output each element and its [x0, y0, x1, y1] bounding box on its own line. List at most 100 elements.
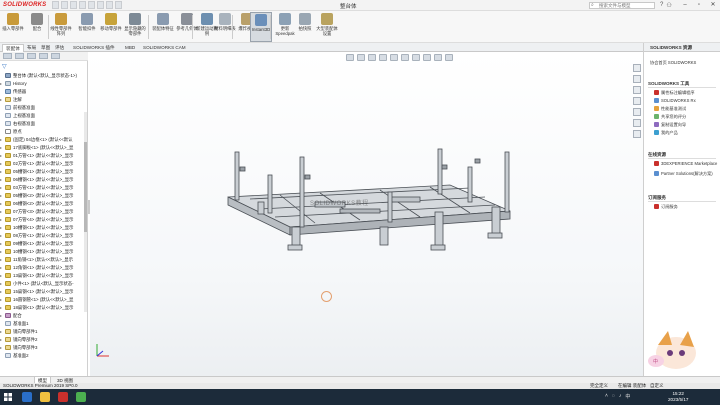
- display-manager-tab-icon[interactable]: [51, 53, 60, 59]
- volume-icon[interactable]: ♪: [619, 393, 622, 400]
- tree-item[interactable]: ▸ 03方管<1> (默认<<默认>_显示: [0, 184, 88, 192]
- custom-properties-tab-icon[interactable]: [633, 119, 641, 127]
- zoom-to-fit-icon[interactable]: [346, 54, 354, 61]
- tree-item[interactable]: ▸ 12角钢<1> (默认<<默认>_显示: [0, 264, 88, 272]
- ribbon-button[interactable]: 智能扣件: [76, 12, 98, 42]
- resource-link[interactable]: 属性标注编辑程序: [654, 90, 695, 95]
- tree-item[interactable]: ▸ 18扁钢<1> (默认<<默认>_显示: [0, 304, 88, 312]
- feature-manager-tab-icon[interactable]: [3, 53, 12, 59]
- tree-item[interactable]: ▸ 05槽钢<2> (默认<<默认>_显示: [0, 192, 88, 200]
- tree-item[interactable]: ▸ 05槽钢<1> (默认<<默认>_显示: [0, 168, 88, 176]
- resource-link[interactable]: 3DEXPERIENCE Marketplace: [654, 161, 717, 166]
- resource-link[interactable]: 共享您的评分: [654, 114, 686, 119]
- filter-icon[interactable]: ▽: [2, 63, 7, 70]
- tree-item[interactable]: ▸ 镜向零部件2: [0, 336, 88, 344]
- resource-link[interactable]: 性能基准测试: [654, 106, 686, 111]
- tree-item[interactable]: 右视基准面: [0, 120, 88, 128]
- command-tab[interactable]: 草图: [38, 44, 53, 52]
- tree-item[interactable]: ▸ 小件<1> (默认<默认_显示状态-: [0, 280, 88, 288]
- tree-item[interactable]: ▸ 17底脚板<1> (默认<<默认>_显: [0, 144, 88, 152]
- tree-item[interactable]: ▸ History: [0, 80, 88, 88]
- ribbon-button[interactable]: 更新 Speedpak: [274, 12, 296, 42]
- help-icon[interactable]: ?: [660, 2, 663, 9]
- resources-tab-icon[interactable]: [633, 64, 641, 72]
- tree-item[interactable]: ▸ 10槽钢<1> (默认<<默认>_显示: [0, 248, 88, 256]
- top-link[interactable]: 协会首页 SOLIDWORKS: [650, 60, 696, 65]
- windows-start-icon[interactable]: [4, 393, 12, 401]
- tree-item[interactable]: ▸ 07方管<3> (默认<<默认>_显示: [0, 208, 88, 216]
- input-method-icon[interactable]: 中: [625, 393, 630, 400]
- view-orientation-icon[interactable]: [390, 54, 398, 61]
- tree-item[interactable]: ▸ 镜向零部件3: [0, 344, 88, 352]
- tree-item[interactable]: ▸ 02方管<1> (默认<<默认>_显示: [0, 160, 88, 168]
- assembly-model-frame[interactable]: [220, 147, 520, 277]
- maximize-button[interactable]: ▫: [694, 1, 704, 9]
- open-file-icon[interactable]: [61, 1, 68, 9]
- tree-item[interactable]: ▸ 配合: [0, 312, 88, 320]
- appearances-tab-icon[interactable]: [633, 108, 641, 116]
- graphics-area[interactable]: SOLIDWORKS教程: [90, 52, 643, 376]
- solidworks-taskbar-icon[interactable]: [58, 392, 68, 402]
- tree-item[interactable]: ▸ 07方管<4> (默认<<默认>_显示: [0, 216, 88, 224]
- ribbon-button[interactable]: 大型装配体设置: [316, 12, 338, 42]
- tree-item[interactable]: ▸ 13扁钢<1> (默认<<默认>_显示: [0, 272, 88, 280]
- file-explorer-taskbar-icon[interactable]: [22, 392, 32, 402]
- network-icon[interactable]: ◌: [612, 393, 615, 400]
- close-button[interactable]: ✕: [708, 1, 718, 9]
- ribbon-button[interactable]: Instant3D: [250, 12, 272, 42]
- app-taskbar-icon[interactable]: [76, 392, 86, 402]
- tree-scroll-thumb[interactable]: [84, 142, 87, 232]
- tree-item[interactable]: ▸ 15扁钢<1> (默认<<默认>_显示: [0, 288, 88, 296]
- command-tab[interactable]: MBD: [122, 44, 138, 52]
- tree-item[interactable]: 传感器: [0, 88, 88, 96]
- taskbar-clock[interactable]: 15:22 2023/5/17: [668, 391, 688, 403]
- undo-icon[interactable]: [88, 1, 95, 9]
- options-gear-icon[interactable]: [115, 1, 122, 9]
- search-input[interactable]: ⌕ 搜索文件与模型: [589, 2, 655, 9]
- new-file-icon[interactable]: [52, 1, 59, 9]
- tree-item[interactable]: ▸ 注解: [0, 96, 88, 104]
- dimxpert-tab-icon[interactable]: [39, 53, 48, 59]
- tree-item[interactable]: 基准面2: [0, 352, 88, 360]
- ribbon-button[interactable]: 显示隐藏的零部件: [124, 12, 146, 42]
- ribbon-button[interactable]: 装配体特征: [152, 12, 174, 42]
- command-tab[interactable]: 评估: [52, 44, 67, 52]
- view-settings-icon[interactable]: [445, 54, 453, 61]
- tree-item[interactable]: ▸ 16圆钢管<1> (默认<<默认>_显: [0, 296, 88, 304]
- resource-link[interactable]: 复制设置向导: [654, 122, 686, 127]
- ribbon-button[interactable]: 移动零部件: [100, 12, 122, 42]
- print-icon[interactable]: [79, 1, 86, 9]
- tree-item[interactable]: ▸ 10槽钢<1> (默认<<默认>_显示: [0, 224, 88, 232]
- design-library-tab-icon[interactable]: [633, 75, 641, 83]
- property-manager-tab-icon[interactable]: [15, 53, 24, 59]
- rebuild-icon[interactable]: [106, 1, 113, 9]
- tree-item[interactable]: ▸ 06槽钢<1> (默认<<默认>_显示: [0, 176, 88, 184]
- forum-tab-icon[interactable]: [633, 130, 641, 138]
- tree-item[interactable]: ▸ 11角钢<1> (默认<<默认>_显示: [0, 256, 88, 264]
- file-explorer-tab-icon[interactable]: [633, 86, 641, 94]
- tree-item[interactable]: ▸ 09槽钢<1> (默认<<默认>_显示: [0, 240, 88, 248]
- hide-show-items-icon[interactable]: [412, 54, 420, 61]
- ribbon-button[interactable]: 线性零部件阵列: [50, 12, 72, 42]
- tree-scrollbar[interactable]: [84, 112, 87, 312]
- save-icon[interactable]: [70, 1, 77, 9]
- ribbon-button[interactable]: 配合: [26, 12, 48, 42]
- ribbon-button[interactable]: 插入零部件: [2, 12, 24, 42]
- folder-taskbar-icon[interactable]: [40, 392, 50, 402]
- tree-item[interactable]: 基准面1: [0, 320, 88, 328]
- ribbon-button[interactable]: 拍快照: [294, 12, 316, 42]
- chevron-up-icon[interactable]: ˄: [605, 393, 608, 400]
- tree-item[interactable]: ▸ 01方管<1> (默认<<默认>_显示: [0, 152, 88, 160]
- command-tab[interactable]: 装配体: [2, 44, 24, 52]
- edit-appearance-icon[interactable]: [423, 54, 431, 61]
- tree-item[interactable]: ▸ 镜向零部件1: [0, 328, 88, 336]
- tree-item[interactable]: 原点: [0, 128, 88, 136]
- configuration-manager-tab-icon[interactable]: [27, 53, 36, 59]
- resource-link[interactable]: 订阅服务: [654, 204, 678, 209]
- ribbon-button[interactable]: 参考几何体: [176, 12, 198, 42]
- command-tab[interactable]: SOLIDWORKS 插件: [70, 44, 118, 52]
- tree-item[interactable]: ▸ (固定) 04边框<1> (默认<<默认: [0, 136, 88, 144]
- resource-link[interactable]: 我的产品: [654, 130, 678, 135]
- tree-item[interactable]: 前视基准面: [0, 104, 88, 112]
- resource-link[interactable]: Partner Solutions(解决方案): [654, 171, 713, 176]
